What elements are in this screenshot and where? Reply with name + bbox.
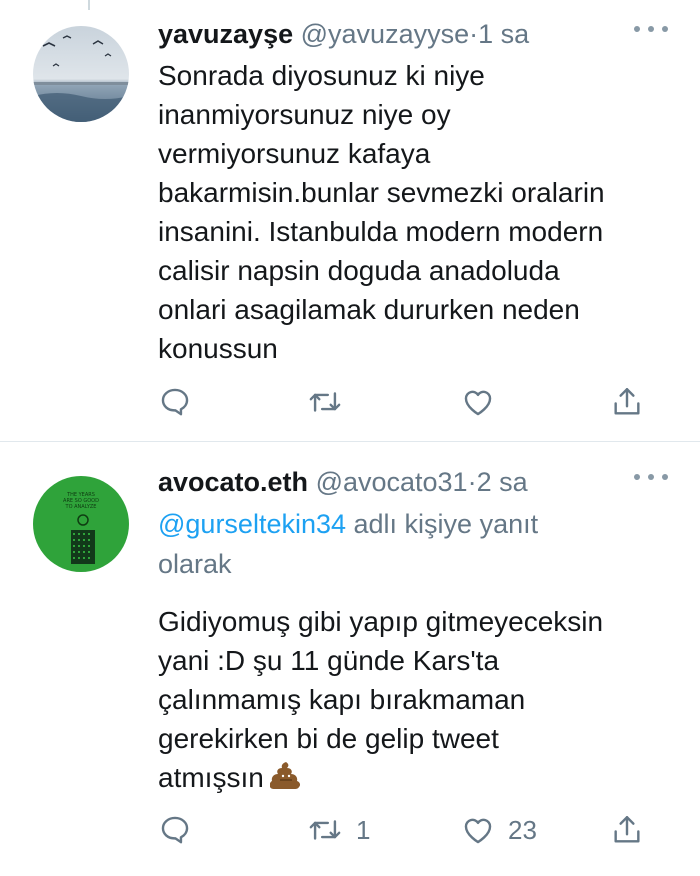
display-name[interactable]: yavuzayşe bbox=[158, 19, 293, 49]
replying-to: @gurseltekin34 adlı kişiye yanıt olarak bbox=[158, 504, 680, 584]
pile-of-poo-icon bbox=[269, 760, 302, 800]
tweet-header: yavuzayşe @yavuzayyse·1 sa bbox=[158, 14, 680, 54]
heart-icon bbox=[464, 818, 492, 844]
tweet-1[interactable]: yavuzayşe @yavuzayyse·1 sa Sonrada diyos… bbox=[0, 0, 700, 440]
separator-dot: · bbox=[467, 467, 477, 497]
text-line: gerekirken bi de gelip tweet bbox=[158, 723, 499, 754]
reply-to-mention-link[interactable]: @gurseltekin34 bbox=[158, 509, 346, 539]
heart-icon bbox=[464, 390, 492, 416]
like-button[interactable]: 23 bbox=[460, 813, 537, 847]
text-line: Sonrada diyosunuz ki niye bbox=[158, 60, 485, 91]
retweet-icon bbox=[309, 820, 341, 840]
retweet-button[interactable] bbox=[306, 385, 356, 419]
text-line: konussun bbox=[158, 333, 278, 364]
timestamp[interactable]: 2 sa bbox=[477, 467, 528, 497]
display-name[interactable]: avocato.eth bbox=[158, 467, 308, 497]
avatar-avocato[interactable]: THE YEARS ARE SO GOOD TO ANALYZE bbox=[33, 476, 129, 572]
like-button[interactable] bbox=[460, 385, 508, 419]
text-line: inanmiyorsunuz niye oy bbox=[158, 99, 451, 130]
reply-button[interactable] bbox=[158, 813, 204, 847]
tweet-header: avocato.eth @avocato31·2 sa bbox=[158, 462, 680, 502]
reply-icon bbox=[161, 816, 189, 844]
avatar-yavuzayse[interactable] bbox=[33, 26, 129, 122]
svg-text:TO ANALYZE: TO ANALYZE bbox=[65, 504, 97, 510]
reply-icon bbox=[161, 388, 189, 416]
text-line: calisir napsin doguda anadoluda bbox=[158, 255, 560, 286]
tweet-content: avocato.eth @avocato31·2 sa @gurseltekin… bbox=[158, 462, 680, 800]
more-options-icon[interactable] bbox=[634, 474, 668, 480]
share-button[interactable] bbox=[610, 385, 644, 419]
text-line: atmışsın bbox=[158, 762, 264, 793]
tweet-content: yavuzayşe @yavuzayyse·1 sa Sonrada diyos… bbox=[158, 14, 680, 368]
more-options-icon[interactable] bbox=[634, 26, 668, 32]
text-line: onlari asagilamak dururken neden bbox=[158, 294, 580, 325]
tweet-actions bbox=[158, 382, 660, 422]
tweet-text: Gidiyomuş gibi yapıp gitmeyeceksin yani … bbox=[158, 602, 680, 800]
username-handle[interactable]: @avocato31 bbox=[316, 467, 468, 497]
text-line: vermiyorsunuz kafaya bbox=[158, 138, 431, 169]
retweet-icon bbox=[309, 392, 341, 412]
retweet-count: 1 bbox=[356, 814, 371, 845]
tweet-2[interactable]: THE YEARS ARE SO GOOD TO ANALYZE avocato… bbox=[0, 442, 700, 876]
tweet-actions: 1 23 bbox=[158, 810, 660, 850]
username-handle[interactable]: @yavuzayyse bbox=[301, 19, 469, 49]
reply-to-label: adlı kişiye yanıt bbox=[346, 509, 539, 539]
text-line: bakarmisin.bunlar sevmezki oralarin bbox=[158, 177, 605, 208]
tweet-text: Sonrada diyosunuz ki niye inanmiyorsunuz… bbox=[158, 56, 680, 368]
reply-button[interactable] bbox=[158, 385, 204, 419]
share-icon bbox=[614, 388, 640, 415]
timestamp[interactable]: 1 sa bbox=[478, 19, 529, 49]
retweet-button[interactable]: 1 bbox=[306, 813, 370, 847]
text-line-with-emoji: atmışsın bbox=[158, 758, 680, 800]
separator-dot: · bbox=[469, 19, 479, 49]
text-line: Gidiyomuş gibi yapıp gitmeyeceksin bbox=[158, 606, 604, 637]
share-button[interactable] bbox=[610, 813, 644, 847]
text-line: çalınmamış kapı bırakmaman bbox=[158, 684, 526, 715]
text-line: yani :D şu 11 günde Kars'ta bbox=[158, 645, 500, 676]
share-icon bbox=[614, 816, 640, 843]
like-count: 23 bbox=[508, 814, 537, 845]
reply-to-label-line2: olarak bbox=[158, 549, 232, 579]
text-line: insanini. Istanbulda modern modern bbox=[158, 216, 604, 247]
